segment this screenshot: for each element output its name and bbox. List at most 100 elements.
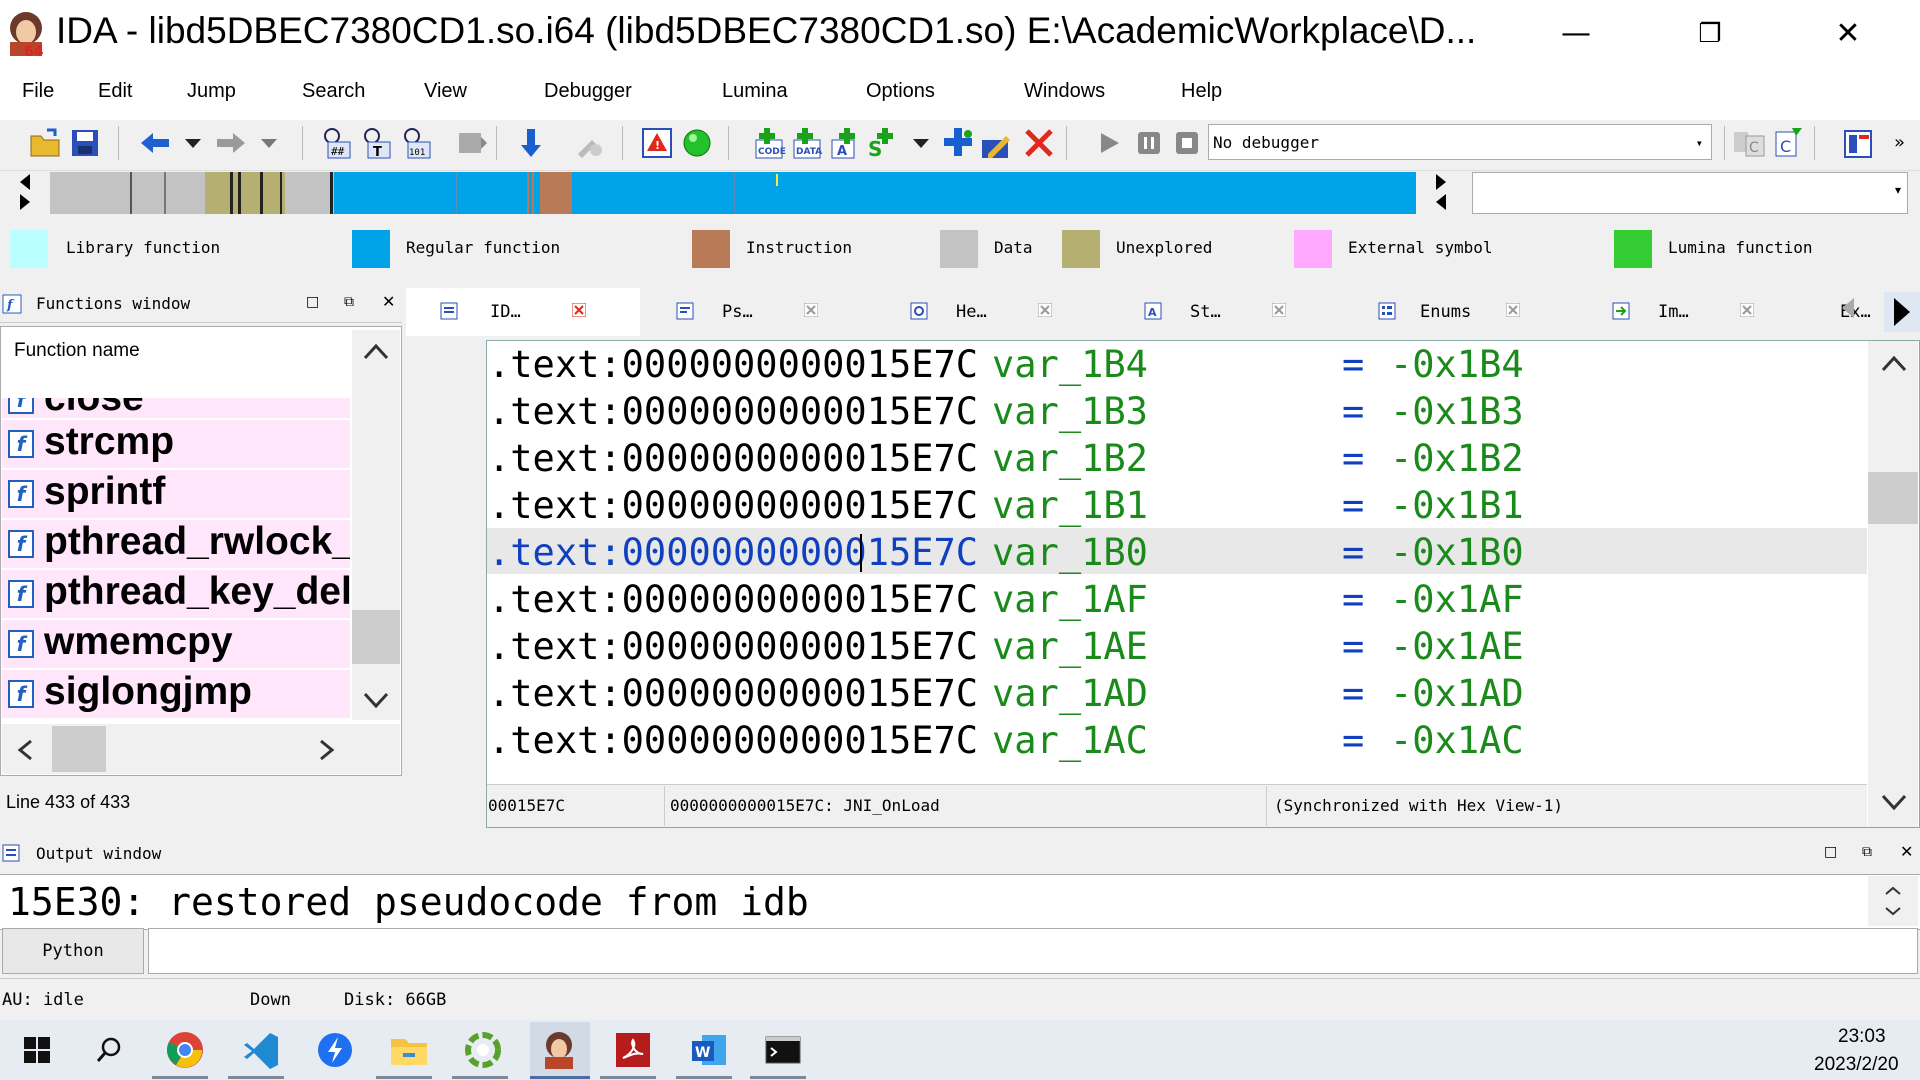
maximize-pane-icon[interactable]: □ [306, 294, 319, 310]
word-icon[interactable]: W [682, 1024, 736, 1076]
minimize-button[interactable]: — [1546, 14, 1606, 54]
tab-imports[interactable]: Im… [1578, 288, 1812, 336]
feishu-icon[interactable] [308, 1024, 362, 1076]
navigation-band[interactable] [50, 172, 1416, 214]
function-name-column-header[interactable]: Function name [2, 330, 350, 398]
add-dropdown-icon[interactable] [904, 126, 938, 160]
python-command-input[interactable] [148, 928, 1918, 974]
attach-process-icon[interactable]: C [1732, 126, 1766, 160]
pdf-reader-icon[interactable] [606, 1024, 660, 1076]
function-row[interactable]: f pthread_key_dele [2, 570, 350, 618]
menu-debugger[interactable]: Debugger [544, 80, 632, 103]
navband-segment-select[interactable]: ▾ [1472, 172, 1908, 214]
tab-scroll-left-icon[interactable] [1838, 296, 1858, 324]
disasm-line-selected[interactable]: .text:0000000000015E7C var_1B0 = -0x1B0 [488, 529, 1868, 576]
tab-close-icon[interactable] [1271, 302, 1287, 322]
edit-pencil-icon[interactable] [980, 126, 1014, 160]
tab-close-icon[interactable] [1739, 302, 1755, 322]
disasm-line[interactable]: .text:0000000000015E7C var_1AD = -0x1AD [488, 670, 1868, 717]
scroll-up-icon[interactable] [362, 340, 390, 368]
add-code-icon[interactable]: CODE [752, 126, 786, 160]
menu-edit[interactable]: Edit [98, 80, 132, 103]
terminal-icon[interactable] [756, 1024, 810, 1076]
disasm-line[interactable]: .text:0000000000015E7C var_1B3 = -0x1B3 [488, 388, 1868, 435]
function-row[interactable]: f siglongjmp [2, 670, 350, 718]
menu-file[interactable]: File [22, 80, 54, 103]
restore-button[interactable]: ❐ [1680, 14, 1740, 54]
run-to-cursor-icon[interactable]: C [1772, 126, 1806, 160]
start-debugger-icon[interactable] [1092, 126, 1126, 160]
function-row[interactable]: f sprintf [2, 470, 350, 518]
forward-history-dropdown-icon[interactable] [252, 126, 286, 160]
scroll-down-icon[interactable] [1880, 790, 1908, 818]
tab-close-icon[interactable] [803, 302, 819, 322]
pause-debugger-icon[interactable] [1132, 126, 1166, 160]
menu-windows[interactable]: Windows [1024, 80, 1105, 103]
add-enum-icon[interactable] [942, 126, 976, 160]
immediate-search-icon[interactable]: 101 [400, 126, 434, 160]
menu-search[interactable]: Search [302, 80, 365, 103]
tab-enums[interactable]: Enums [1344, 288, 1576, 336]
disasm-line[interactable]: .text:0000000000015E7C var_1B2 = -0x1B2 [488, 435, 1868, 482]
save-icon[interactable] [68, 126, 102, 160]
taskbar-clock-time[interactable]: 23:03 [1838, 1026, 1886, 1048]
disasm-line[interactable]: .text:0000000000015E7C var_1B1 = -0x1B1 [488, 482, 1868, 529]
function-row[interactable]: f close [2, 398, 350, 418]
vscode-icon[interactable] [234, 1024, 288, 1076]
tab-close-icon[interactable] [571, 302, 587, 322]
jump-down-arrow-icon[interactable] [514, 126, 548, 160]
delete-x-icon[interactable] [1022, 126, 1056, 160]
add-string-icon[interactable]: A [828, 126, 862, 160]
windows-start-icon[interactable] [10, 1024, 64, 1076]
warning-icon[interactable]: ! [640, 126, 674, 160]
function-row[interactable]: f pthread_rwlock_r [2, 520, 350, 568]
binary-search-icon[interactable]: ## [320, 126, 354, 160]
ida-vertical-scrollbar[interactable] [1868, 341, 1918, 827]
function-row[interactable]: f strcmp [2, 420, 350, 468]
function-row[interactable]: f wmemcpy [2, 620, 350, 668]
stop-debugger-icon[interactable] [1170, 126, 1204, 160]
menu-help[interactable]: Help [1181, 80, 1222, 103]
tab-pseudocode[interactable]: Ps… [642, 288, 874, 336]
open-folder-icon[interactable] [28, 126, 62, 160]
menu-jump[interactable]: Jump [187, 80, 236, 103]
scrollbar-thumb[interactable] [352, 610, 400, 664]
menu-options[interactable]: Options [866, 80, 935, 103]
output-scrollbar[interactable] [1868, 876, 1918, 926]
tab-structures[interactable]: A St… [1110, 288, 1342, 336]
menu-lumina[interactable]: Lumina [722, 80, 788, 103]
disasm-line[interactable]: .text:0000000000015E7C var_1B4 = -0x1B4 [488, 341, 1868, 388]
file-explorer-icon[interactable] [382, 1024, 436, 1076]
python-language-button[interactable]: Python [2, 928, 144, 974]
green-circle-icon[interactable] [680, 126, 714, 160]
tab-close-icon[interactable] [1037, 302, 1053, 322]
layout-icon[interactable] [1842, 126, 1876, 160]
navband-left-arrows[interactable] [16, 172, 36, 218]
tab-ida-view[interactable]: ID… [406, 288, 640, 336]
scroll-left-icon[interactable] [14, 738, 38, 766]
close-pane-icon[interactable]: ✕ [1900, 842, 1913, 861]
ida-taskbar-icon[interactable] [532, 1024, 586, 1076]
add-data-icon[interactable]: DATA [790, 126, 824, 160]
navband-right-arrows[interactable] [1432, 172, 1452, 218]
chrome-icon[interactable] [158, 1024, 212, 1076]
text-search-icon[interactable]: T [360, 126, 394, 160]
scroll-down-icon[interactable] [362, 688, 390, 716]
back-history-dropdown-icon[interactable] [176, 126, 210, 160]
tab-hex-view[interactable]: He… [876, 288, 1108, 336]
forward-arrow-icon[interactable] [214, 126, 248, 160]
scrollbar-thumb[interactable] [1868, 472, 1918, 524]
toolbar-overflow[interactable]: » [1894, 132, 1905, 153]
debugger-select[interactable]: No debugger ▾ [1208, 124, 1712, 160]
tab-close-icon[interactable] [1505, 302, 1521, 322]
disasm-line[interactable]: .text:0000000000015E7C var_1AF = -0x1AF [488, 576, 1868, 623]
back-arrow-icon[interactable] [138, 126, 172, 160]
scroll-right-icon[interactable] [314, 738, 338, 766]
float-pane-icon[interactable]: ⧉ [1862, 844, 1872, 860]
tab-scroll-right-button[interactable] [1884, 292, 1920, 332]
float-pane-icon[interactable]: ⧉ [344, 294, 354, 310]
green-app-icon[interactable] [456, 1024, 510, 1076]
disabled-tool-icon[interactable] [572, 126, 606, 160]
scrollbar-thumb[interactable] [52, 726, 106, 772]
taskbar-clock-date[interactable]: 2023/2/20 [1814, 1054, 1899, 1076]
